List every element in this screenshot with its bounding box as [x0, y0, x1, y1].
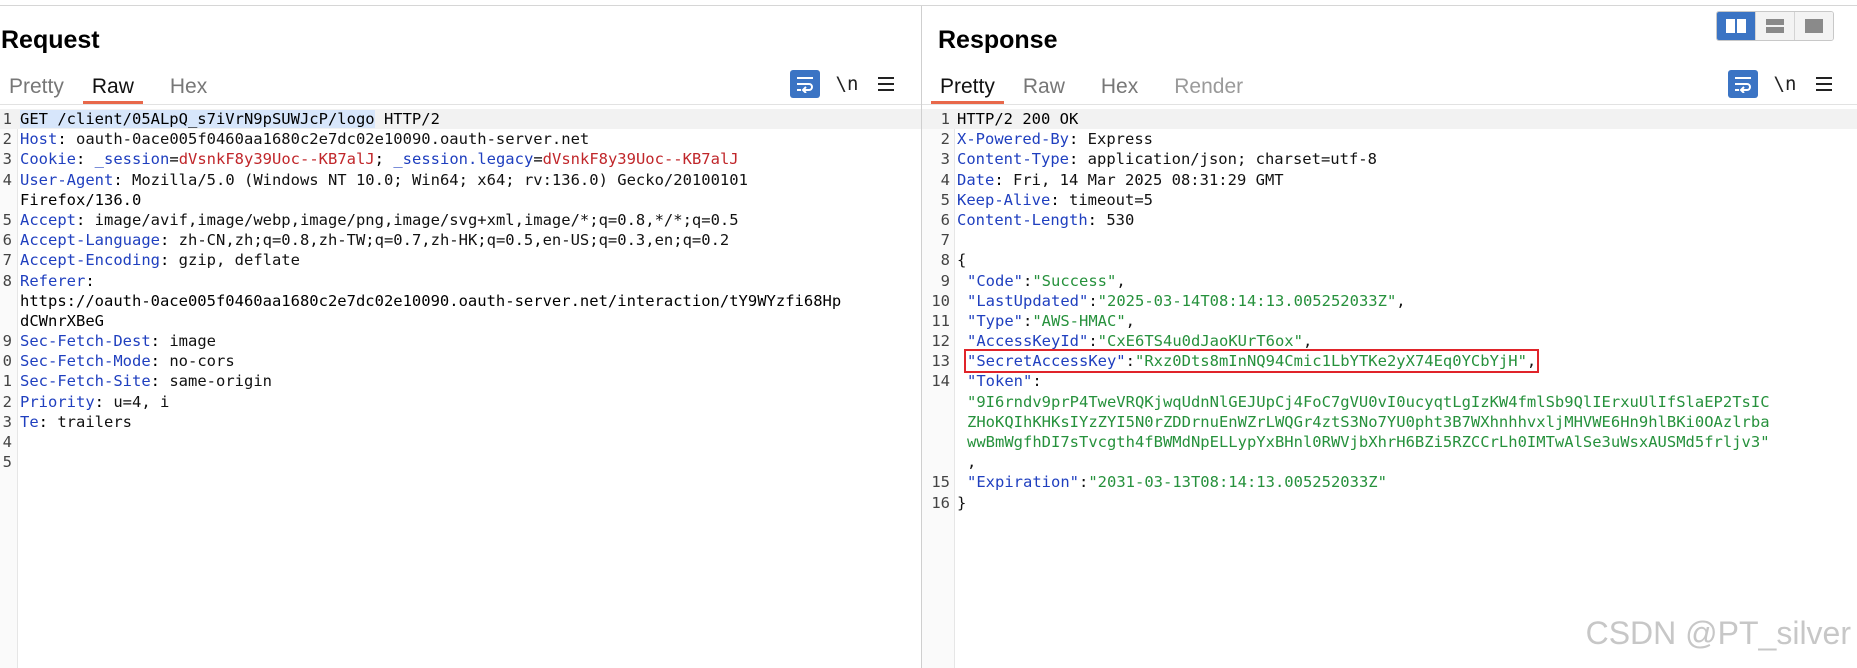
code-line: 15 "Expiration":"2031-03-13T08:14:13.0052…	[931, 473, 1387, 492]
tab-raw[interactable]: Raw	[1014, 70, 1074, 104]
request-tabs: Pretty Raw Hex	[0, 70, 216, 104]
code-line: 5 Accept: image/avif,image/webp,image/png…	[2, 210, 739, 229]
code-line: 5 Keep-Alive: timeout=5	[940, 190, 1153, 209]
code-line: 0 Sec-Fetch-Mode: no-cors	[2, 352, 235, 371]
code-line: 3 Cookie: _session=dVsnkF8y39Uoc--KB7alJ;…	[2, 150, 739, 169]
code-line: dCWnrXBeG	[20, 311, 104, 330]
tab-render[interactable]: Render	[1165, 70, 1252, 104]
tab-hex[interactable]: Hex	[1092, 70, 1147, 104]
request-tab-divider	[0, 104, 921, 105]
request-code: 1 GET /client/05ALpQ_s7iVrN9pSUWJcP/logo …	[0, 109, 921, 472]
request-editor[interactable]: 1 GET /client/05ALpQ_s7iVrN9pSUWJcP/logo …	[0, 109, 921, 668]
response-tab-divider	[922, 104, 1857, 105]
response-editor[interactable]: 1 HTTP/2 200 OK 2 X-Powered-By: Express 3C…	[922, 109, 1857, 668]
secret-access-key-highlight: "SecretAccessKey":"Rxz0Dts8mInNQ94Cmic1L…	[963, 349, 1540, 374]
hamburger-menu-icon[interactable]	[874, 72, 898, 96]
code-line: 2 X-Powered-By: Express	[940, 130, 1153, 149]
newline-toggle-button[interactable]: \n	[1772, 73, 1798, 95]
code-line: 3 Content-Type: application/json; charset…	[940, 150, 1377, 169]
code-line: 1 GET /client/05ALpQ_s7iVrN9pSUWJcP/logo …	[0, 109, 921, 130]
code-line: 7 Accept-Encoding: gzip, deflate	[2, 251, 300, 270]
code-line: 6 Accept-Language: zh-CN,zh;q=0.8,zh-TW;q…	[2, 231, 730, 250]
code-line: 8 Referer:	[2, 271, 95, 290]
code-line: 11 "Type":"AWS-HMAC",	[931, 311, 1136, 330]
tab-raw[interactable]: Raw	[82, 70, 143, 104]
tab-pretty[interactable]: Pretty	[0, 70, 73, 104]
code-line: 4 User-Agent: Mozilla/5.0 (Windows NT 10.…	[2, 170, 748, 189]
code-line: 13 "SecretAccessKey":"Rxz0Dts8mInNQ94Cmic…	[931, 349, 1540, 374]
selected-request-path[interactable]: GET /client/05ALpQ_s7iVrN9pSUWJcP/logo	[20, 110, 375, 128]
request-title: Request	[1, 26, 100, 54]
code-line: https://oauth-0ace005f0460aa1680c2e7dc02…	[20, 291, 842, 310]
code-line: 6 Content-Length: 530	[940, 210, 1135, 229]
code-line: 9 Sec-Fetch-Dest: image	[2, 332, 216, 351]
code-line: "9I6rndv9prP4TweVRQKjwqUdnNlGEJUpCj4FoC7…	[967, 392, 1770, 411]
code-line: wwBmWgfhDI7sTvcgth4fBWMdNpELLypYxBHnl0RW…	[967, 433, 1770, 451]
code-line: 1 Sec-Fetch-Site: same-origin	[2, 372, 272, 391]
wrap-lines-icon[interactable]	[790, 70, 820, 98]
tab-pretty[interactable]: Pretty	[931, 70, 1004, 104]
code-line: 5	[2, 453, 12, 472]
code-line: 2 Priority: u=4, i	[2, 392, 170, 411]
code-line: 16}	[931, 493, 967, 512]
response-code: 1 HTTP/2 200 OK 2 X-Powered-By: Express 3C…	[922, 109, 1857, 513]
watermark: CSDN @PT_silver	[1585, 615, 1851, 651]
code-line: 14 "Token":	[931, 372, 1042, 391]
code-line: 9 "Code":"Success",	[940, 271, 1126, 290]
newline-toggle-button[interactable]: \n	[834, 73, 860, 95]
response-tools: \n	[1728, 70, 1836, 98]
request-tools: \n	[790, 70, 898, 98]
hamburger-menu-icon[interactable]	[1812, 72, 1836, 96]
code-line: 10 "LastUpdated":"2025-03-14T08:14:13.005…	[931, 291, 1406, 310]
code-line: 8{	[940, 251, 967, 270]
code-line: 12 "AccessKeyId":"CxE6TS4u0dJaoKUrT6ox",	[931, 332, 1313, 351]
wrap-lines-icon[interactable]	[1728, 70, 1758, 98]
code-line: ZHoKQIhKHKsIYzZYI5N0rZDDrnuEnWZrLWQGr4zt…	[967, 412, 1770, 431]
code-line: 1 HTTP/2 200 OK	[922, 109, 1857, 130]
response-pane: Response Pretty Raw Hex Render \n 1 HTTP/…	[922, 6, 1857, 668]
code-line: 4 Date: Fri, 14 Mar 2025 08:31:29 GMT	[940, 170, 1284, 189]
response-title: Response	[938, 26, 1058, 54]
request-pane: Request Pretty Raw Hex \n 1 GET /client/0…	[0, 6, 922, 668]
tab-hex[interactable]: Hex	[161, 70, 216, 104]
code-line: 3 Te: trailers	[2, 412, 133, 431]
response-tabs: Pretty Raw Hex Render	[931, 70, 1252, 104]
code-line: 7	[940, 231, 950, 250]
code-line: 2 Host: oauth-0ace005f0460aa1680c2e7dc02e…	[2, 130, 590, 149]
code-line: Firefox/136.0	[20, 190, 142, 209]
code-line: 4	[2, 433, 12, 451]
code-line: ,	[967, 453, 977, 472]
